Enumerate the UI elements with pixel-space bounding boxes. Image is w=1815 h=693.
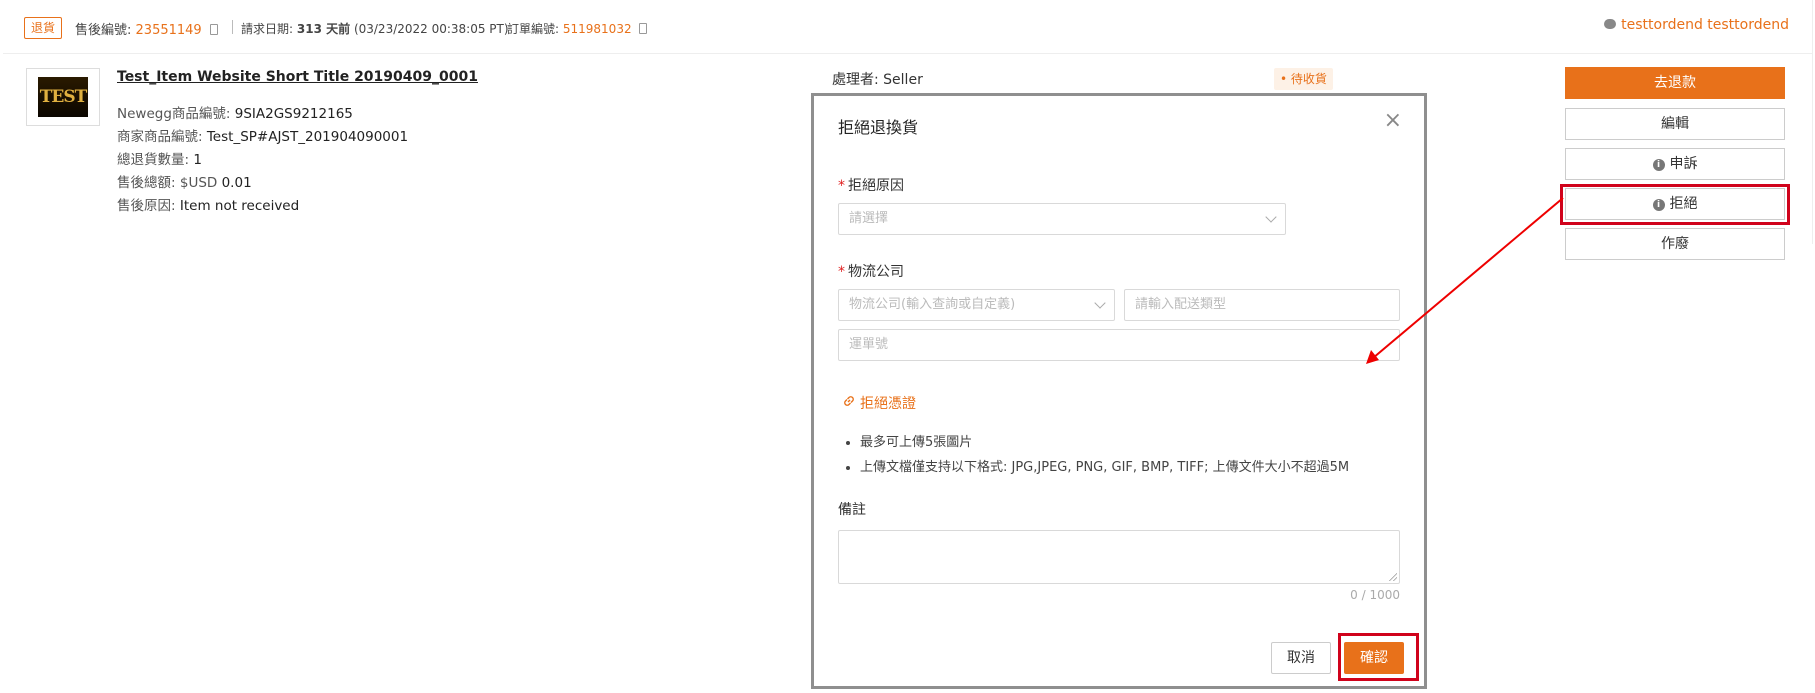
handler: 處理者: Seller xyxy=(832,69,923,89)
after-sale-reason: 售後原因: Item not received xyxy=(117,194,299,214)
user-name: testtordend testtordend xyxy=(1621,17,1789,33)
qty-label: 總退貨數量: xyxy=(117,152,190,168)
reject-reason-text: 拒絕原因 xyxy=(848,178,904,194)
cancel-button[interactable]: 取消 xyxy=(1271,642,1331,674)
order-id: 訂單編號: 511981032 xyxy=(507,20,648,37)
reason-label: 售後原因: xyxy=(117,198,176,214)
logistics-text: 物流公司 xyxy=(848,264,904,280)
appeal-button[interactable]: i 申訴 xyxy=(1565,148,1785,180)
reason-value: Item not received xyxy=(179,198,300,214)
dialog-title: 拒絕退換貨 xyxy=(838,118,919,137)
newegg-item-number: Newegg商品編號: 9SIA2GS9212165 xyxy=(117,102,353,122)
request-days: 313 天前 xyxy=(296,22,351,36)
reject-dialog: 拒絕退換貨 × * 拒絕原因 請選擇 * 物流公司 物流公司(輸入查詢或自定義) 請… xyxy=(814,96,1424,686)
refund-button[interactable]: 去退款 xyxy=(1565,67,1785,99)
void-button[interactable]: 作廢 xyxy=(1565,228,1785,260)
qty-value: 1 xyxy=(193,152,202,168)
copy-icon[interactable] xyxy=(209,24,218,35)
after-sale-number[interactable]: 23551149 xyxy=(136,23,202,38)
item-title[interactable]: Test_Item Website Short Title 20190409_0… xyxy=(117,69,478,85)
request-date-label: 請求日期: xyxy=(241,22,294,36)
request-datetime: (03/23/2022 00:38:05 PT) xyxy=(353,22,509,36)
handler-label: 處理者: xyxy=(832,72,879,88)
evidence-link-text: 拒絕憑證 xyxy=(860,396,916,412)
reject-reason-select[interactable]: 請選擇 xyxy=(838,203,1286,235)
upload-rule-item: 上傳文檔僅支持以下格式: JPG,JPEG, PNG, GIF, BMP, TI… xyxy=(860,456,1349,475)
close-icon[interactable]: × xyxy=(1384,110,1402,132)
chevron-down-icon xyxy=(1094,297,1106,309)
char-counter: 0 / 1000 xyxy=(1350,588,1400,602)
required-mark: * xyxy=(838,178,845,194)
seller-label: 商家商品編號: xyxy=(117,129,203,145)
after-sale-total: 售後總額: $USD 0.01 xyxy=(117,171,252,191)
return-quantity: 總退貨數量: 1 xyxy=(117,148,202,168)
divider xyxy=(232,20,233,34)
thumbnail-logo: TEST xyxy=(38,77,88,117)
appeal-label: 申訴 xyxy=(1669,156,1698,172)
reason-placeholder: 請選擇 xyxy=(849,211,889,226)
confirm-highlight xyxy=(1338,633,1419,681)
info-icon: i xyxy=(1652,159,1665,171)
return-type-tag: 退貨 xyxy=(24,17,63,39)
reject-reason-label: * 拒絕原因 xyxy=(838,175,904,195)
total-label: 售後總額: xyxy=(117,175,176,191)
shipping-type-input[interactable]: 請輸入配送類型 xyxy=(1124,289,1400,321)
evidence-upload-link[interactable]: 拒絕憑證 xyxy=(842,393,916,413)
note-textarea[interactable] xyxy=(838,530,1400,584)
after-sale-label: 售後編號: xyxy=(75,23,132,38)
logistics-company-select[interactable]: 物流公司(輸入查詢或自定義) xyxy=(838,289,1115,321)
logistics-placeholder: 物流公司(輸入查詢或自定義) xyxy=(849,297,1016,312)
total-currency: $USD xyxy=(179,175,218,191)
user-link[interactable]: testtordend testtordend xyxy=(1604,17,1789,33)
page: 退貨 售後編號: 23551149 請求日期: 313 天前 (03/23/20… xyxy=(0,0,1815,693)
chat-icon xyxy=(1604,19,1617,29)
note-label: 備註 xyxy=(838,502,866,518)
upload-rule-item: 最多可上傳5張圖片 xyxy=(860,431,1349,450)
upload-rules: 最多可上傳5張圖片 上傳文檔僅支持以下格式: JPG,JPEG, PNG, GI… xyxy=(838,431,1349,481)
seller-item-number: 商家商品編號: Test_SP#AJST_201904090001 xyxy=(117,125,408,145)
tracking-number-input[interactable]: 運單號 xyxy=(838,329,1400,361)
link-icon xyxy=(842,394,856,412)
total-value: 0.01 xyxy=(221,175,252,191)
item-thumbnail[interactable]: TEST xyxy=(26,68,100,126)
handler-value: Seller xyxy=(883,72,923,88)
newegg-value: 9SIA2GS9212165 xyxy=(234,106,353,122)
logistics-label: * 物流公司 xyxy=(838,261,904,281)
chevron-down-icon xyxy=(1265,211,1277,223)
order-number[interactable]: 511981032 xyxy=(563,22,632,36)
resize-handle-icon[interactable] xyxy=(1389,573,1397,581)
request-date: 請求日期: 313 天前 (03/23/2022 00:38:05 PT) xyxy=(241,20,509,37)
reject-highlight xyxy=(1560,184,1790,225)
copy-icon[interactable] xyxy=(639,23,648,34)
required-mark: * xyxy=(838,264,845,280)
newegg-label: Newegg商品編號: xyxy=(117,106,231,122)
seller-value: Test_SP#AJST_201904090001 xyxy=(206,129,409,145)
status-badge: • 待收貨 xyxy=(1274,68,1333,90)
order-label: 訂單編號: xyxy=(507,22,560,36)
edit-button[interactable]: 編輯 xyxy=(1565,108,1785,140)
after-sale-id: 售後編號: 23551149 xyxy=(75,19,218,38)
